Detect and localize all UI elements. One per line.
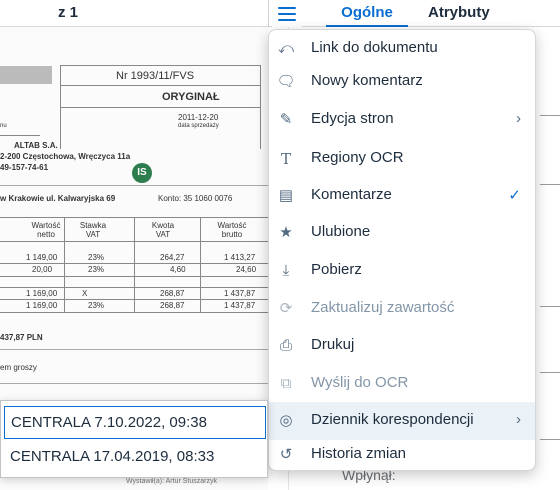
edit-icon: ✎ — [279, 111, 293, 128]
star-icon: ★ — [279, 224, 293, 241]
journal-entry[interactable]: CENTRALA 7.10.2022, 09:38 — [4, 406, 266, 439]
menu-item-send-to-ocr: ⧉ Wyślij do OCR — [269, 365, 535, 403]
issue-date-caption: data sprzedaży — [178, 123, 219, 129]
invoice-number: Nr 1993/11/FVS — [116, 70, 195, 82]
chevron-right-icon: › — [516, 110, 521, 127]
table-cell: 1 413,27 — [224, 253, 256, 262]
table-header-gross: Wartość brutto — [217, 221, 247, 239]
left-caption: nu — [0, 123, 7, 129]
journal-icon: ◎ — [279, 412, 293, 429]
table-header-vat-amount: Kwota VAT — [151, 221, 175, 239]
menu-item-ocr-regions[interactable]: T Regiony OCR — [269, 140, 535, 178]
table-cell: 20,00 — [32, 265, 53, 274]
send-ocr-icon: ⧉ — [280, 375, 292, 392]
menu-item-favorites[interactable]: ★ Ulubione — [269, 214, 535, 252]
amount-in-words: em groszy — [0, 363, 37, 372]
print-icon: ⎙ — [279, 337, 292, 354]
new-comment-icon: 🗨 — [276, 73, 296, 90]
account-number: Konto: 35 1060 0076 — [158, 194, 233, 203]
table-cell: 1 149,00 — [26, 253, 58, 262]
table-cell: 268,87 — [160, 289, 185, 298]
comments-icon: ▤ — [278, 187, 294, 204]
hamburger-menu-button[interactable] — [272, 1, 302, 27]
menu-item-download[interactable]: ⤓ Pobierz — [269, 252, 535, 290]
seller-phone: 49-157-74-61 — [0, 163, 49, 172]
issue-date: 2011-12-20 — [178, 113, 219, 122]
history-icon: ↺ — [279, 446, 293, 463]
refresh-icon: ⟳ — [279, 300, 293, 317]
original-label: ORYGINAŁ — [162, 91, 220, 103]
table-cell: 24,60 — [236, 265, 257, 274]
chevron-right-icon: › — [516, 411, 521, 428]
seller-name: ALTAB S.A. — [14, 141, 58, 150]
table-cell: X — [82, 289, 88, 298]
table-cell: 1 437,87 — [224, 301, 256, 310]
page-indicator: z 1 — [58, 4, 79, 21]
table-header-net: Wartość netto — [31, 221, 61, 239]
table-cell: 23% — [88, 265, 105, 274]
table-cell: 264,27 — [160, 253, 185, 262]
menu-item-refresh-content: ⟳ Zaktualizuj zawartość — [269, 290, 535, 328]
link-icon: ⤺ — [277, 40, 295, 57]
table-cell: 23% — [88, 301, 105, 310]
invoice-total: 437,87 PLN — [0, 333, 43, 342]
seller-address: 2-200 Częstochowa, Wręczyca 11a — [0, 152, 131, 161]
table-header-vat-rate: Stawka VAT — [79, 221, 107, 239]
menu-item-edit-pages[interactable]: ✎ Edycja stron › — [269, 101, 535, 139]
tab-attributes[interactable]: Atrybuty — [428, 1, 508, 27]
table-cell: 1 169,00 — [26, 289, 58, 298]
menu-item-change-history[interactable]: ↺ Historia zmian — [269, 436, 535, 474]
table-cell: 23% — [88, 253, 105, 262]
toolbar-divider — [268, 0, 269, 27]
table-cell: 1 169,00 — [26, 301, 58, 310]
document-actions-menu: ⤺ Link do dokumentu 🗨 Nowy komentarz ✎ E… — [268, 29, 536, 471]
issued-by: Wystawił(a): Artur Stuszarzyk — [126, 478, 217, 485]
menu-item-new-comment[interactable]: 🗨 Nowy komentarz — [269, 63, 535, 101]
text-icon: T — [280, 150, 291, 168]
table-cell: 4,60 — [170, 265, 186, 274]
download-icon: ⤓ — [282, 262, 290, 279]
menu-item-print[interactable]: ⎙ Drukuj — [269, 327, 535, 365]
menu-item-comments[interactable]: ▤ Komentarze ✓ — [269, 177, 535, 215]
user-avatar-badge[interactable]: IS — [132, 163, 152, 183]
table-cell: 1 437,87 — [224, 289, 256, 298]
tab-general[interactable]: Ogólne — [326, 1, 408, 27]
journal-entry[interactable]: CENTRALA 17.04.2019, 08:33 — [4, 441, 266, 474]
checkmark-icon: ✓ — [508, 187, 521, 204]
table-cell: 268,87 — [160, 301, 185, 310]
correspondence-journal-submenu: CENTRALA 7.10.2022, 09:38 CENTRALA 17.04… — [0, 400, 268, 478]
menu-item-correspondence-journal[interactable]: ◎ Dziennik korespondencji › — [269, 402, 535, 440]
bank-line: w Krakowie ul. Kalwaryjska 69 — [0, 194, 116, 203]
